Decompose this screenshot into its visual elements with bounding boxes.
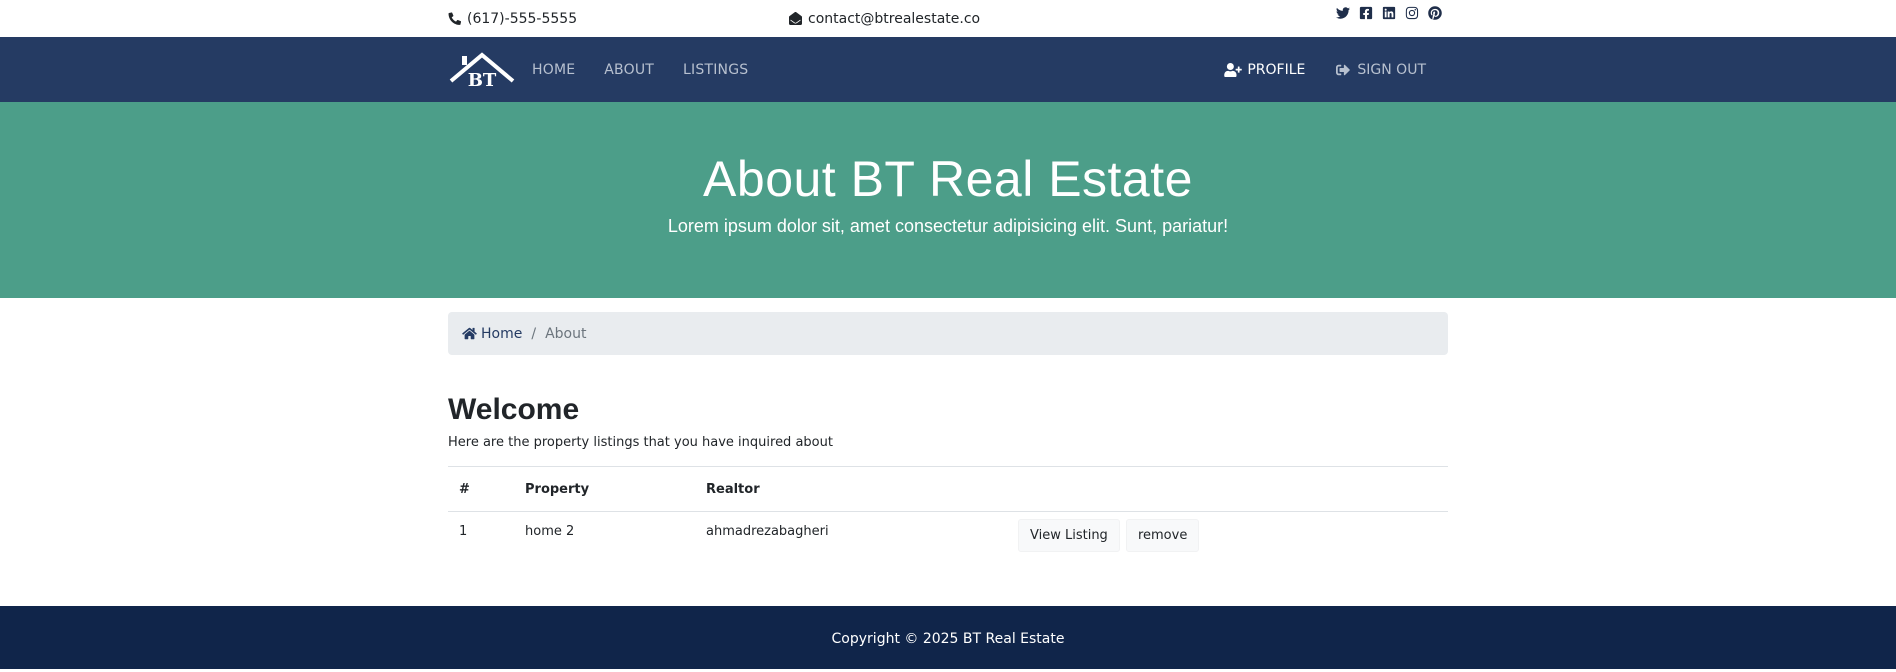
table-header-row: # Property Realtor: [448, 466, 1448, 512]
table-row: 1 home 2 ahmadrezabagheri View Listing r…: [448, 512, 1448, 560]
sign-out-link[interactable]: SIGN OUT: [1334, 62, 1426, 78]
envelope-open-icon: [789, 12, 808, 25]
bt-house-logo[interactable]: BT: [448, 50, 516, 90]
svg-text:BT: BT: [468, 70, 497, 90]
column-header-actions: [1007, 467, 1448, 512]
copyright-text: Copyright © 2025 BT Real Estate: [831, 631, 1065, 647]
breadcrumb-home-link[interactable]: Home: [462, 326, 522, 342]
breadcrumb-separator: /: [531, 325, 537, 342]
inquiries-table: # Property Realtor 1 home 2 ahmadrezabag…: [448, 466, 1448, 560]
home-icon: [462, 327, 481, 340]
profile-label: PROFILE: [1247, 61, 1306, 78]
cell-number: 1: [459, 524, 468, 540]
cell-property: home 2: [525, 524, 575, 540]
breadcrumb: Home / About: [448, 312, 1448, 355]
column-header-property: Property: [525, 481, 590, 497]
twitter-icon[interactable]: [1336, 6, 1350, 20]
main-navbar: BT HOME ABOUT LISTINGS PROFILE SIGN OUT: [0, 37, 1896, 102]
phone-number: (617)-555-5555: [467, 10, 578, 27]
breadcrumb-home-label: Home: [481, 325, 523, 342]
user-plus-icon: [1224, 62, 1247, 77]
column-header-number: #: [459, 481, 470, 497]
breadcrumb-current: About: [545, 325, 587, 342]
page-title: Welcome: [448, 393, 580, 426]
email-contact: contact@btrealestate.co: [789, 0, 980, 37]
nav-link-home[interactable]: HOME: [532, 62, 575, 78]
view-listing-button[interactable]: View Listing: [1018, 519, 1120, 553]
main-content: Home / About Welcome Here are the proper…: [448, 312, 1448, 560]
phone-contact: (617)-555-5555: [448, 0, 577, 37]
instagram-icon[interactable]: [1405, 6, 1419, 20]
top-bar: (617)-555-5555 contact@btrealestate.co: [0, 0, 1896, 37]
linkedin-icon[interactable]: [1382, 6, 1396, 20]
pinterest-icon[interactable]: [1428, 5, 1442, 20]
page-intro: Here are the property listings that you …: [448, 435, 833, 450]
column-header-realtor: Realtor: [706, 481, 760, 497]
sign-out-label: SIGN OUT: [1357, 61, 1426, 78]
remove-button[interactable]: remove: [1125, 519, 1200, 553]
social-links: [1336, 0, 1442, 25]
nav-user-actions: PROFILE SIGN OUT: [1224, 62, 1426, 78]
hero-subtitle: Lorem ipsum dolor sit, amet consectetur …: [667, 216, 1229, 236]
hero-banner: About BT Real Estate Lorem ipsum dolor s…: [0, 102, 1896, 298]
profile-link[interactable]: PROFILE: [1224, 62, 1305, 78]
sign-out-icon: [1334, 63, 1357, 77]
phone-icon: [448, 12, 467, 25]
hero-title: About BT Real Estate: [703, 151, 1193, 207]
nav-link-about[interactable]: ABOUT: [604, 62, 654, 78]
email-address: contact@btrealestate.co: [808, 10, 981, 27]
nav-link-listings[interactable]: LISTINGS: [683, 62, 748, 78]
site-footer: Copyright © 2025 BT Real Estate: [0, 606, 1896, 669]
cell-realtor: ahmadrezabagheri: [706, 524, 829, 540]
facebook-icon[interactable]: [1359, 6, 1373, 20]
cell-actions: View Listing remove: [1007, 512, 1448, 560]
